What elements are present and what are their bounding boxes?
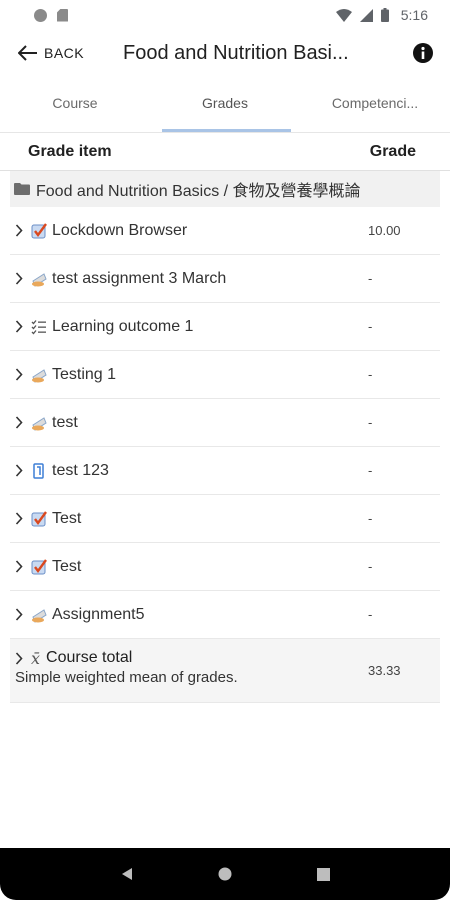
- grade-item-name: Assignment5: [52, 605, 145, 623]
- chevron-right-icon[interactable]: [15, 560, 25, 573]
- back-label: BACK: [44, 45, 85, 61]
- grade-row[interactable]: Learning outcome 1 -: [10, 303, 440, 351]
- chevron-right-icon[interactable]: [15, 272, 25, 285]
- course-total-row[interactable]: x̄ Course total Simple weighted mean of …: [10, 639, 440, 703]
- assignment-icon: [31, 367, 47, 383]
- category-row: Food and Nutrition Basics / 食物及營養學概論: [10, 171, 440, 207]
- chevron-right-icon[interactable]: [15, 464, 25, 477]
- quiz-icon: [31, 222, 47, 239]
- info-icon[interactable]: [412, 42, 434, 64]
- grade-item-name: Learning outcome 1: [52, 317, 194, 335]
- grade-row[interactable]: test 123 -: [10, 447, 440, 495]
- system-nav-bar: [0, 848, 450, 900]
- quiz-icon: [31, 558, 47, 575]
- mean-x-bar-icon: x̄: [31, 648, 41, 668]
- wifi-icon: [335, 8, 352, 22]
- grade-value: -: [368, 607, 373, 622]
- grade-value: -: [368, 271, 373, 286]
- grade-row[interactable]: Test -: [10, 495, 440, 543]
- column-header-grade-item: Grade item: [28, 142, 112, 160]
- grade-value: -: [368, 559, 373, 574]
- grade-value: -: [368, 367, 373, 382]
- page-title: Food and Nutrition Basi...: [123, 42, 349, 64]
- column-header-grade: Grade: [369, 142, 416, 160]
- back-button[interactable]: BACK: [18, 45, 84, 61]
- assignment-icon: [31, 607, 47, 623]
- nav-back-icon[interactable]: [120, 867, 134, 881]
- status-time: 5:16: [400, 7, 428, 23]
- grade-item-name: Test: [52, 557, 82, 575]
- grade-item-name: test assignment 3 March: [52, 269, 227, 287]
- turnitin-icon: [31, 462, 47, 479]
- chevron-right-icon[interactable]: [15, 512, 25, 525]
- tab-course[interactable]: Course: [0, 76, 150, 132]
- status-bar: 5:16: [0, 0, 450, 30]
- chevron-right-icon[interactable]: [15, 368, 25, 381]
- tab-bar: Course Grades Competenci...: [0, 76, 450, 133]
- course-total-name: Course total: [46, 649, 133, 666]
- tab-grades[interactable]: Grades: [150, 76, 300, 132]
- assignment-icon: [31, 271, 47, 287]
- chevron-right-icon[interactable]: [15, 416, 25, 429]
- chevron-right-icon[interactable]: [15, 320, 25, 333]
- grade-row[interactable]: Test -: [10, 543, 440, 591]
- app-bar: BACK Food and Nutrition Basi...: [0, 30, 450, 76]
- grade-row[interactable]: Testing 1 -: [10, 351, 440, 399]
- quiz-icon: [31, 510, 47, 527]
- grade-value: -: [368, 463, 373, 478]
- grade-list: Lockdown Browser 10.00 test assignment 3…: [10, 207, 440, 639]
- grade-row[interactable]: test -: [10, 399, 440, 447]
- grade-row[interactable]: Lockdown Browser 10.00: [10, 207, 440, 255]
- chevron-right-icon[interactable]: [15, 224, 25, 237]
- signal-icon: [359, 8, 373, 22]
- chevron-right-icon[interactable]: [15, 651, 25, 665]
- arrow-left-icon: [18, 45, 37, 61]
- grade-value: -: [368, 319, 373, 334]
- course-total-grade: 33.33: [368, 663, 401, 678]
- tab-competencies[interactable]: Competenci...: [300, 76, 450, 132]
- grade-row[interactable]: test assignment 3 March -: [10, 255, 440, 303]
- grade-item-name: Testing 1: [52, 365, 117, 383]
- grade-value: -: [368, 415, 373, 430]
- chevron-right-icon[interactable]: [15, 608, 25, 621]
- category-name: Food and Nutrition Basics / 食物及營養學概論: [36, 183, 361, 200]
- outcome-icon: [31, 319, 47, 335]
- grade-value: -: [368, 511, 373, 526]
- grade-value: 10.00: [368, 223, 401, 238]
- notification-dot-icon: [34, 8, 47, 22]
- grade-item-name: Lockdown Browser: [52, 221, 188, 239]
- grade-item-name: Test: [52, 509, 82, 527]
- battery-icon: [380, 8, 389, 22]
- folder-icon: [14, 183, 30, 195]
- nav-recents-icon[interactable]: [316, 867, 330, 881]
- nav-home-icon[interactable]: [218, 867, 232, 881]
- assignment-icon: [31, 415, 47, 431]
- active-tab-indicator: [162, 129, 291, 132]
- sd-card-icon: [57, 8, 68, 22]
- table-header: Grade item Grade: [0, 133, 450, 171]
- grade-item-name: test 123: [52, 461, 109, 479]
- grade-item-name: test: [52, 413, 78, 431]
- grade-row[interactable]: Assignment5 -: [10, 591, 440, 639]
